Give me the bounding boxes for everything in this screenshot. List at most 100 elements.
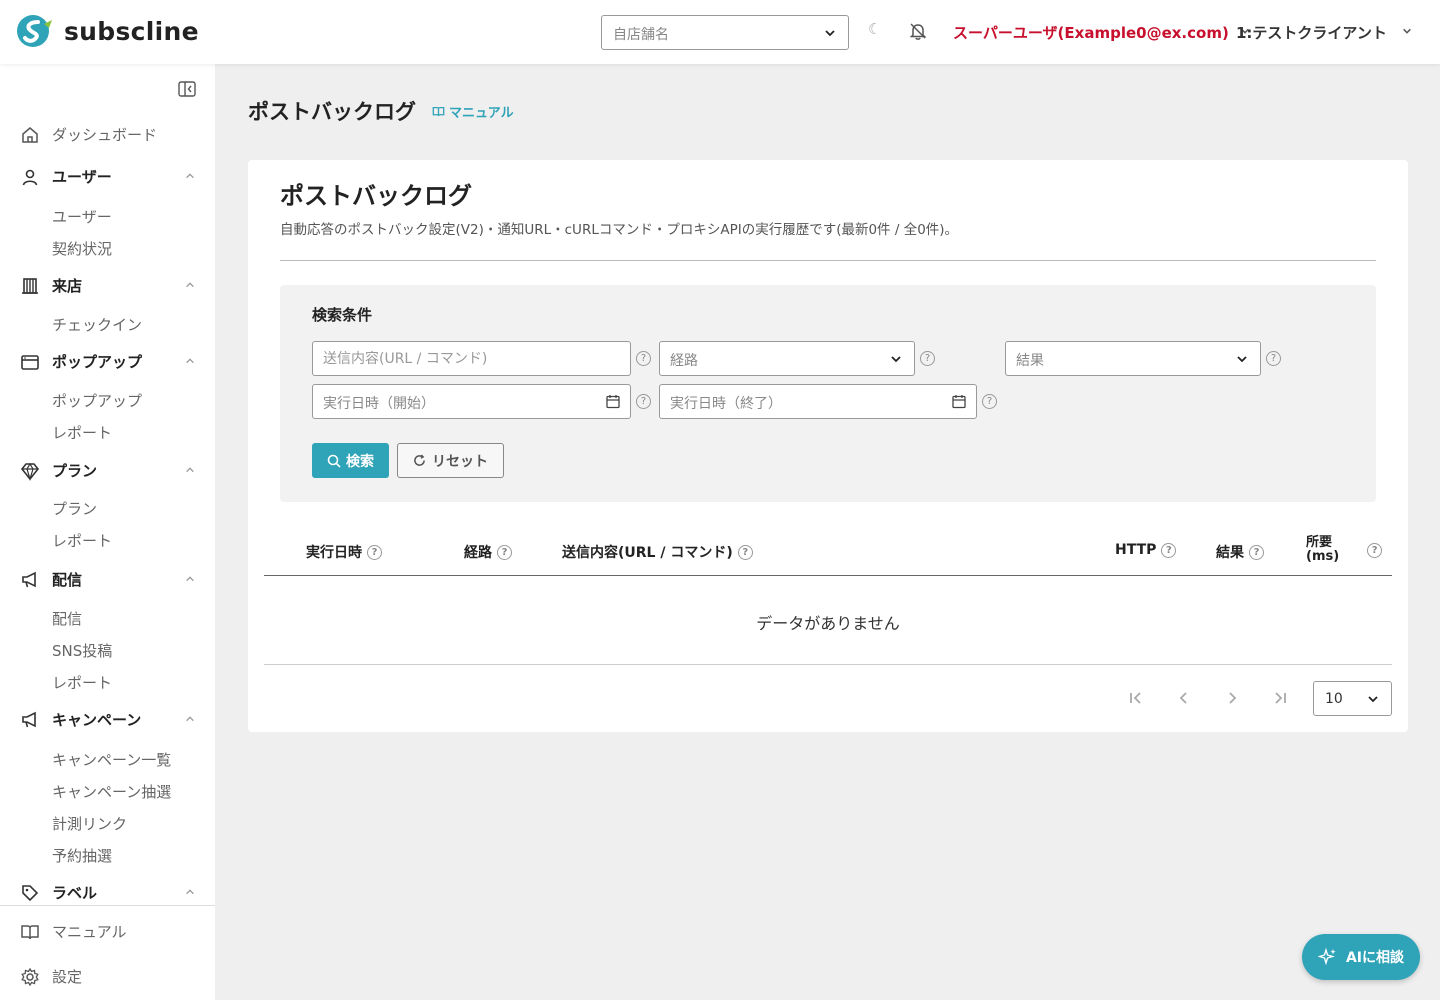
end-datetime-placeholder: 実行日時（終了）: [670, 396, 782, 412]
help-icon[interactable]: ?: [367, 544, 382, 560]
sidebar-section-label: プラン: [52, 462, 98, 480]
sidebar-section-label-text: ラベル: [52, 884, 98, 902]
ai-consult-button[interactable]: AIに相談: [1302, 934, 1420, 980]
sidebar-section-label[interactable]: ラベル: [20, 882, 195, 903]
sidebar-item-plan[interactable]: プラン: [52, 498, 97, 519]
sidebar-item-manual[interactable]: マニュアル: [20, 921, 195, 942]
help-icon[interactable]: ?: [1367, 542, 1383, 558]
sidebar-section-campaign[interactable]: キャンペーン: [20, 709, 195, 730]
sidebar-item-popup-report[interactable]: レポート: [52, 422, 112, 443]
sidebar-section-label: キャンペーン: [52, 711, 142, 729]
sidebar-section-plan[interactable]: プラン: [20, 460, 195, 481]
column-header-duration[interactable]: 所要 (ms) ?: [1306, 535, 1383, 564]
page-title: ポストバックログ: [248, 100, 416, 124]
help-icon[interactable]: ?: [497, 544, 512, 560]
ai-consult-label: AIに相談: [1345, 950, 1405, 966]
route-select[interactable]: 経路: [659, 341, 915, 376]
last-page-icon: [1275, 692, 1286, 704]
column-label-line1: 所要: [1306, 535, 1333, 550]
user-menu[interactable]: スーパーユーザ(Example0@ex.com): [953, 22, 1250, 43]
search-title: 検索条件: [312, 306, 373, 324]
book-icon: [432, 106, 445, 117]
sidebar-section-label: 来店: [52, 277, 83, 295]
sidebar-section-visits[interactable]: 来店: [20, 275, 195, 296]
reset-button[interactable]: リセット: [397, 443, 504, 478]
sidebar-item-popup[interactable]: ポップアップ: [52, 390, 142, 411]
column-header-executed-at[interactable]: 実行日時 ?: [306, 542, 382, 562]
chevron-up-icon: [186, 576, 194, 582]
sidebar-section-label: ユーザー: [52, 168, 112, 186]
calendar-icon[interactable]: [606, 394, 620, 409]
per-page-select[interactable]: 10: [1313, 681, 1392, 716]
help-icon[interactable]: ?: [636, 394, 651, 409]
sidebar-item-users[interactable]: ユーザー: [52, 206, 112, 227]
window-icon: [21, 354, 39, 370]
sidebar-item-sns-post[interactable]: SNS投稿: [52, 640, 112, 661]
column-header-content[interactable]: 送信内容(URL / コマンド) ?: [562, 542, 753, 562]
column-label: HTTP: [1115, 542, 1157, 558]
sidebar-section-popup[interactable]: ポップアップ: [20, 351, 195, 372]
help-icon[interactable]: ?: [920, 351, 935, 366]
sidebar-item-checkin[interactable]: チェックイン: [52, 314, 142, 335]
sidebar: ダッシュボード ユーザー ユーザー 契約状況 来店 チェックイン ポップアップ …: [0, 64, 215, 1000]
top-header: subscline 自店舗名 ☾ スーパーユーザ(Example0@ex.com…: [0, 0, 1440, 64]
chevron-down-icon: [825, 30, 835, 37]
help-icon[interactable]: ?: [1161, 542, 1177, 558]
table-bottom-divider: [264, 664, 1392, 665]
help-icon[interactable]: ?: [1249, 544, 1264, 560]
card-description: 自動応答のポストバック設定(V2)・通知URL・cURLコマンド・プロキシAPI…: [280, 222, 959, 238]
postback-log-card: ポストバックログ 自動応答のポストバック設定(V2)・通知URL・cURLコマン…: [248, 160, 1408, 732]
sidebar-item-dashboard[interactable]: ダッシュボード: [20, 124, 195, 145]
column-header-route[interactable]: 経路 ?: [464, 542, 512, 562]
search-icon: [327, 454, 341, 468]
sidebar-item-campaign-lottery[interactable]: キャンペーン抽選: [52, 781, 171, 802]
card-title: ポストバックログ: [280, 182, 472, 210]
start-datetime-placeholder: 実行日時（開始）: [323, 396, 435, 412]
refresh-icon: [414, 454, 425, 466]
sidebar-item-plan-report[interactable]: レポート: [52, 530, 112, 551]
last-page-button[interactable]: [1270, 688, 1290, 708]
chevron-up-icon: [186, 467, 194, 473]
column-header-http[interactable]: HTTP ?: [1115, 542, 1177, 558]
chevron-up-icon: [186, 889, 194, 895]
notification-off-icon[interactable]: [908, 21, 928, 41]
brand-logo[interactable]: subscline: [16, 14, 199, 48]
column-label-line2: (ms): [1306, 549, 1340, 564]
sidebar-item-tracking-link[interactable]: 計測リンク: [52, 813, 127, 834]
help-icon[interactable]: ?: [1266, 351, 1281, 366]
column-header-result[interactable]: 結果 ?: [1216, 542, 1264, 562]
chevron-up-icon: [186, 716, 194, 722]
start-datetime-field[interactable]: 実行日時（開始）: [312, 384, 631, 419]
result-select[interactable]: 結果: [1005, 341, 1261, 376]
help-icon[interactable]: ?: [737, 544, 753, 560]
sidebar-item-contracts[interactable]: 契約状況: [52, 238, 112, 259]
content-search-input[interactable]: [313, 342, 630, 375]
theme-toggle-icon[interactable]: ☾: [868, 20, 881, 38]
chevron-down-icon: [891, 356, 901, 363]
sidebar-section-users[interactable]: ユーザー: [20, 166, 195, 187]
end-datetime-field[interactable]: 実行日時（終了）: [659, 384, 977, 419]
sidebar-item-delivery[interactable]: 配信: [52, 608, 82, 629]
search-button[interactable]: 検索: [312, 443, 389, 478]
chevron-up-icon: [186, 173, 194, 179]
store-select[interactable]: 自店舗名: [601, 15, 849, 50]
sidebar-collapse-icon[interactable]: [177, 79, 197, 99]
sidebar-item-settings[interactable]: 設定: [20, 966, 195, 987]
first-page-button[interactable]: [1126, 688, 1146, 708]
prev-page-button[interactable]: [1174, 688, 1194, 708]
sidebar-section-delivery[interactable]: 配信: [20, 569, 195, 590]
next-page-button[interactable]: [1222, 688, 1242, 708]
help-icon[interactable]: ?: [636, 351, 651, 366]
gear-icon: [21, 967, 39, 986]
sidebar-item-reservation-lottery[interactable]: 予約抽選: [52, 845, 112, 866]
megaphone-icon: [22, 711, 36, 727]
help-icon[interactable]: ?: [982, 394, 997, 409]
manual-link[interactable]: マニュアル: [432, 102, 514, 121]
client-menu[interactable]: 1:テストクライアント: [1236, 22, 1412, 43]
sidebar-item-campaign-list[interactable]: キャンペーン一覧: [52, 749, 171, 770]
user-icon: [22, 169, 38, 185]
sidebar-item-delivery-report[interactable]: レポート: [52, 672, 112, 693]
calendar-icon[interactable]: [952, 394, 966, 409]
content-search-field[interactable]: [312, 341, 631, 376]
book-icon: [21, 924, 39, 939]
